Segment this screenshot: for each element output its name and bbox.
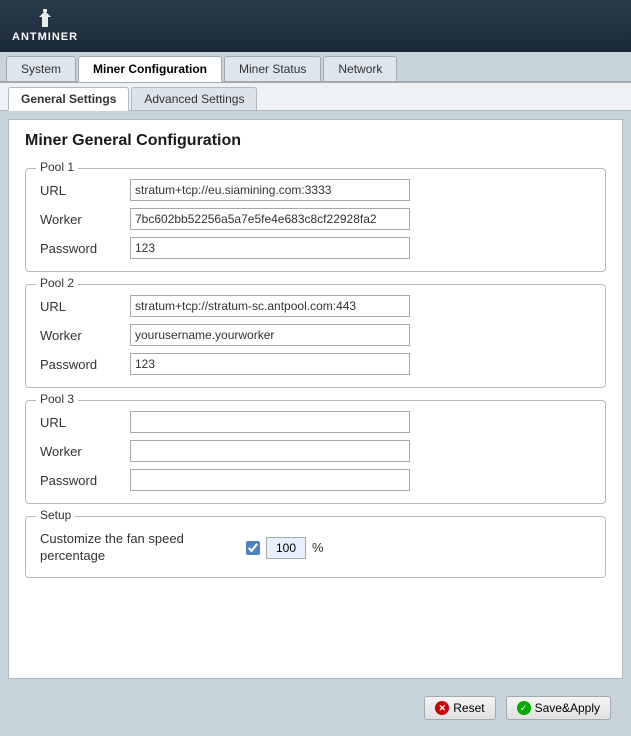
nav-bar: System Miner Configuration Miner Status …: [0, 52, 631, 83]
reset-label: Reset: [453, 701, 484, 715]
fan-speed-checkbox[interactable]: [246, 541, 260, 555]
sub-nav-bar: General Settings Advanced Settings: [0, 83, 631, 111]
antminer-logo-icon: [33, 9, 57, 29]
main-content: Miner General Configuration Pool 1 URL W…: [8, 119, 623, 679]
pool2-section: Pool 2 URL Worker Password: [25, 284, 606, 388]
fan-speed-row: Customize the fan speed percentage %: [40, 531, 591, 565]
pool2-password-row: Password: [40, 353, 591, 375]
pool3-url-label: URL: [40, 415, 130, 430]
fan-percent-label: %: [312, 540, 324, 555]
pool1-password-input[interactable]: [130, 237, 410, 259]
pool3-password-input[interactable]: [130, 469, 410, 491]
pool1-section: Pool 1 URL Worker Password: [25, 168, 606, 272]
setup-legend: Setup: [36, 508, 75, 522]
logo-text: ANTMINER: [12, 31, 78, 43]
pool2-url-label: URL: [40, 299, 130, 314]
reset-icon: ✕: [435, 701, 449, 715]
nav-tab-system[interactable]: System: [6, 56, 76, 81]
pool1-legend: Pool 1: [36, 160, 78, 174]
pool3-legend: Pool 3: [36, 392, 78, 406]
save-icon: ✓: [517, 701, 531, 715]
pool3-worker-label: Worker: [40, 444, 130, 459]
logo: ANTMINER: [12, 9, 78, 43]
pool1-url-row: URL: [40, 179, 591, 201]
pool1-worker-row: Worker: [40, 208, 591, 230]
sub-tab-general-settings[interactable]: General Settings: [8, 87, 129, 111]
header: ANTMINER: [0, 0, 631, 52]
fan-speed-label: Customize the fan speed percentage: [40, 531, 240, 565]
reset-button[interactable]: ✕ Reset: [424, 696, 495, 720]
pool2-worker-label: Worker: [40, 328, 130, 343]
pool3-section: Pool 3 URL Worker Password: [25, 400, 606, 504]
nav-tab-miner-config[interactable]: Miner Configuration: [78, 56, 222, 82]
pool2-worker-row: Worker: [40, 324, 591, 346]
pool2-worker-input[interactable]: [130, 324, 410, 346]
page-title: Miner General Configuration: [25, 132, 606, 154]
save-label: Save&Apply: [535, 701, 600, 715]
pool2-url-row: URL: [40, 295, 591, 317]
pool3-url-row: URL: [40, 411, 591, 433]
pool3-url-input[interactable]: [130, 411, 410, 433]
pool2-password-label: Password: [40, 357, 130, 372]
pool1-worker-label: Worker: [40, 212, 130, 227]
setup-section: Setup Customize the fan speed percentage…: [25, 516, 606, 578]
nav-tab-network[interactable]: Network: [323, 56, 397, 81]
save-apply-button[interactable]: ✓ Save&Apply: [506, 696, 611, 720]
sub-tab-advanced-settings[interactable]: Advanced Settings: [131, 87, 257, 110]
pool1-password-label: Password: [40, 241, 130, 256]
pool2-legend: Pool 2: [36, 276, 78, 290]
pool2-password-input[interactable]: [130, 353, 410, 375]
pool3-password-label: Password: [40, 473, 130, 488]
footer-bar: ✕ Reset ✓ Save&Apply: [8, 687, 623, 728]
pool2-url-input[interactable]: [130, 295, 410, 317]
nav-tab-miner-status[interactable]: Miner Status: [224, 56, 321, 81]
pool3-worker-input[interactable]: [130, 440, 410, 462]
fan-speed-input[interactable]: [266, 537, 306, 559]
pool1-worker-input[interactable]: [130, 208, 410, 230]
pool1-password-row: Password: [40, 237, 591, 259]
pool3-password-row: Password: [40, 469, 591, 491]
pool1-url-input[interactable]: [130, 179, 410, 201]
pool1-url-label: URL: [40, 183, 130, 198]
pool3-worker-row: Worker: [40, 440, 591, 462]
